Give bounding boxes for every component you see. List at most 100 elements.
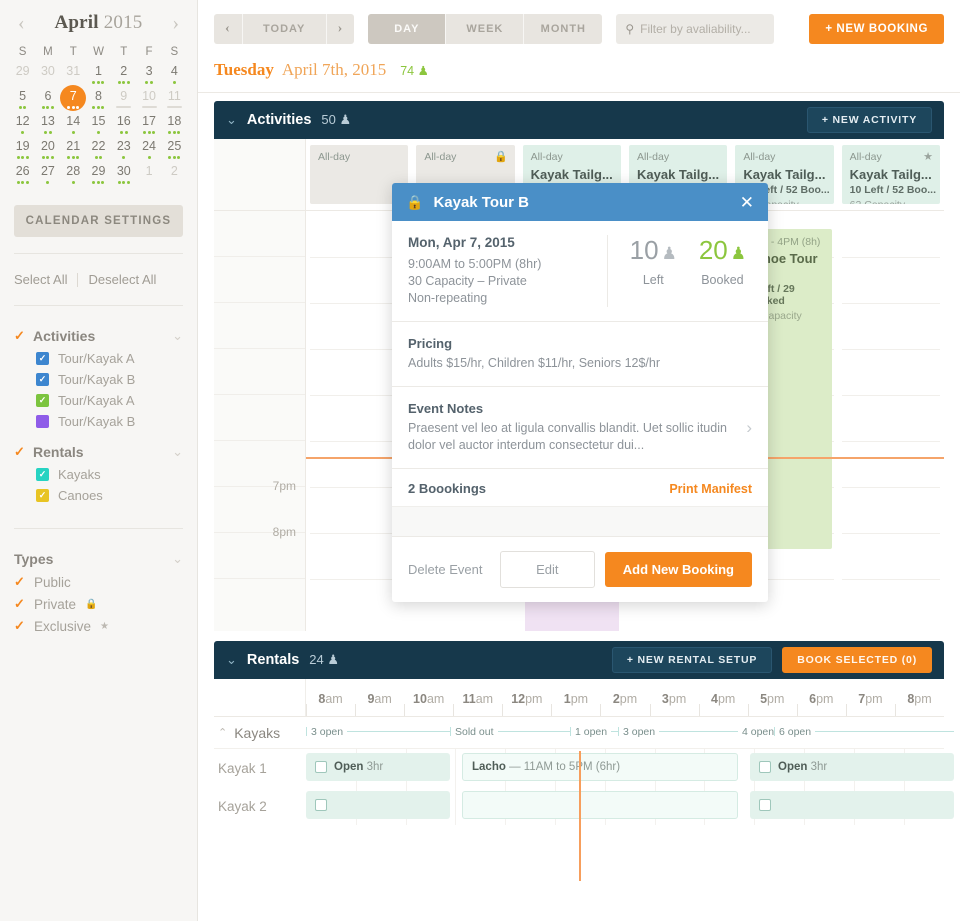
calendar-day-6[interactable]: 6 [35,89,60,114]
view-tab-week[interactable]: WEEK [446,14,525,44]
calendar-day-1[interactable]: 1 [86,64,111,89]
calendar-day-14[interactable]: 14 [61,114,86,139]
filter-item[interactable]: Tour/Kayak B [14,411,183,432]
checkbox[interactable]: ✓ [36,373,49,386]
checkbox[interactable]: ✓ [36,394,49,407]
calendar-day-2[interactable]: 2 [162,164,187,189]
calendar-day-9[interactable]: 9 [111,89,136,114]
select-all-link[interactable]: Select All [14,270,77,289]
calendar-settings-button[interactable]: CALENDAR SETTINGS [14,205,183,237]
calendar-day-21[interactable]: 21 [61,139,86,164]
checkbox[interactable]: ✓ [36,489,49,502]
filter-item[interactable]: ✓ Canoes [14,485,183,506]
close-icon[interactable]: ✕ [740,194,754,211]
calendar-day-22[interactable]: 22 [86,139,111,164]
calendar-day-23[interactable]: 23 [111,139,136,164]
calendar-day-25[interactable]: 25 [162,139,187,164]
filter-item[interactable]: ✓ Kayaks [14,464,183,485]
type-item[interactable]: ✓ Exclusive ★ [14,615,183,637]
new-rental-setup-button[interactable]: + NEW RENTAL SETUP [611,647,773,673]
calendar-day-26[interactable]: 26 [10,164,35,189]
calendar-day-29[interactable]: 29 [10,64,35,89]
chevron-down-icon[interactable]: ⌄ [172,444,183,460]
filter-item[interactable]: ✓ Tour/Kayak B [14,369,183,390]
checkbox[interactable]: ✓ [36,352,49,365]
calendar-day-12[interactable]: 12 [10,114,35,139]
calendar-day-17[interactable]: 17 [136,114,161,139]
new-activity-button[interactable]: + NEW ACTIVITY [806,107,932,133]
check-icon[interactable]: ✓ [14,328,25,344]
collapse-chevron-icon[interactable]: ⌄ [226,112,237,128]
rental-open-block[interactable]: Open 3hr [306,753,450,781]
calendar-day-30[interactable]: 30 [35,64,60,89]
calendar-day-2[interactable]: 2 [111,64,136,89]
calendar-day-4[interactable]: 4 [162,64,187,89]
rental-booking-block[interactable] [462,791,738,819]
calendar-day-10[interactable]: 10 [136,89,161,114]
activities-group-header[interactable]: ✓ Activities ⌄ [14,322,183,348]
modal-stat-booked: 20 ♟ Booked [699,237,746,287]
types-group-header[interactable]: Types ⌄ [14,545,183,571]
check-icon[interactable]: ✓ [14,444,25,460]
rental-open-block[interactable]: Open 3hr [750,753,954,781]
calendar-day-29[interactable]: 29 [86,164,111,189]
calendar-day-30[interactable]: 30 [111,164,136,189]
edit-button[interactable]: Edit [499,551,595,588]
calendar-day-27[interactable]: 27 [35,164,60,189]
calendar-day-7[interactable]: 7 [60,85,87,114]
print-manifest-link[interactable]: Print Manifest [669,482,752,496]
modal-notes-section[interactable]: Event Notes Praesent vel leo at ligula c… [392,387,768,469]
rentals-group-header[interactable]: ✓ Rentals ⌄ [14,438,183,464]
check-icon[interactable]: ✓ [14,574,25,590]
delete-event-link[interactable]: Delete Event [408,562,490,577]
deselect-all-link[interactable]: Deselect All [88,270,166,289]
calendar-day-15[interactable]: 15 [86,114,111,139]
calendar-day-1[interactable]: 1 [136,164,161,189]
calendar-day-18[interactable]: 18 [162,114,187,139]
chevron-up-icon[interactable]: ⌃ [218,726,227,739]
filter-item[interactable]: ✓ Tour/Kayak A [14,390,183,411]
availability-filter[interactable]: ⚲ [616,14,775,44]
allday-card[interactable]: All-day Kayak Tailg... 10 Left / 52 Boo...… [841,145,940,204]
view-tab-month[interactable]: MONTH [524,14,603,44]
book-selected-button[interactable]: BOOK SELECTED (0) [782,647,932,673]
prev-month-icon[interactable]: ‹ [14,13,29,33]
chevron-down-icon[interactable]: ⌄ [172,551,183,567]
check-icon[interactable]: ✓ [14,618,25,634]
check-icon[interactable]: ✓ [14,596,25,612]
filter-item[interactable]: ✓ Tour/Kayak A [14,348,183,369]
calendar-day-16[interactable]: 16 [111,114,136,139]
checkbox[interactable] [36,415,49,428]
next-month-icon[interactable]: › [168,13,183,33]
prev-day-button[interactable]: ‹ [214,14,243,44]
today-button[interactable]: TODAY [242,14,327,44]
type-item[interactable]: ✓ Private 🔒 [14,593,183,615]
calendar-day-20[interactable]: 20 [35,139,60,164]
calendar-day-24[interactable]: 24 [136,139,161,164]
checkbox[interactable]: ✓ [36,468,49,481]
view-tab-day[interactable]: DAY [368,14,447,44]
chevron-down-icon[interactable]: ⌄ [172,328,183,344]
calendar-day-13[interactable]: 13 [35,114,60,139]
collapse-chevron-icon[interactable]: ⌄ [226,652,237,668]
calendar-day-8[interactable]: 8 [86,89,111,114]
rental-checkbox[interactable] [759,761,771,773]
search-input[interactable] [640,22,766,36]
add-new-booking-button[interactable]: Add New Booking [604,552,752,587]
calendar-day-19[interactable]: 19 [10,139,35,164]
rental-checkbox[interactable] [315,761,327,773]
calendar-day-5[interactable]: 5 [10,89,35,114]
new-booking-button[interactable]: + NEW BOOKING [809,14,944,44]
rental-open-block[interactable] [750,791,954,819]
type-item[interactable]: ✓ Public [14,571,183,593]
rental-checkbox[interactable] [759,799,771,811]
next-day-button[interactable]: › [326,14,355,44]
calendar-day-11[interactable]: 11 [162,89,187,114]
rental-open-block[interactable] [306,791,450,819]
rental-checkbox[interactable] [315,799,327,811]
rental-booking-block[interactable]: Lacho — 11AM to 5PM (6hr) [462,753,738,781]
calendar-day-3[interactable]: 3 [136,64,161,89]
chevron-right-icon[interactable]: › [746,418,752,438]
rentals-group-name[interactable]: ⌃ Kayaks [214,725,306,741]
calendar-day-28[interactable]: 28 [61,164,86,189]
